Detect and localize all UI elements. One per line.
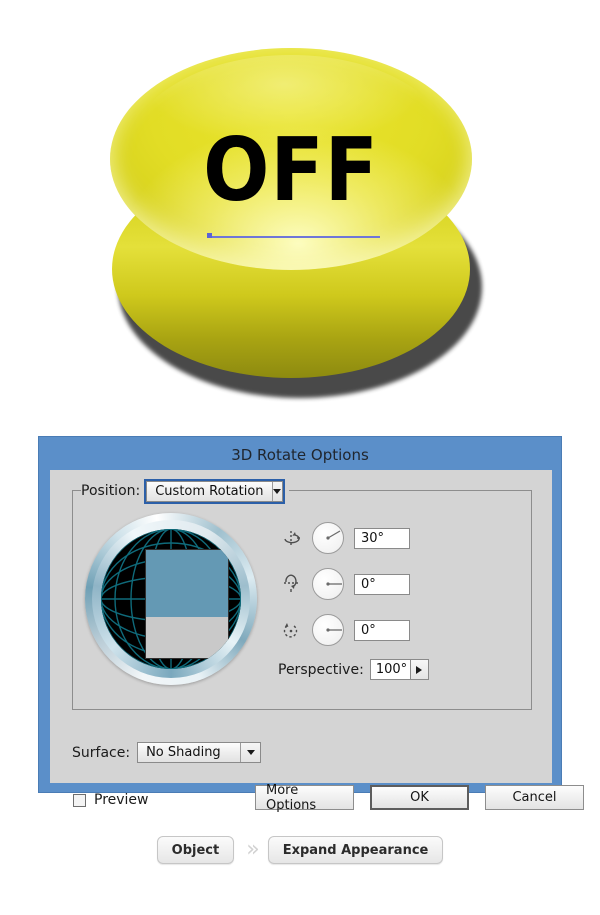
position-groupbox: Position: Custom Rotation 30° 0° 0° Pers… [72,478,532,710]
rotation-dial-y[interactable] [312,568,344,600]
button-text-off: OFF [203,120,379,222]
rotation-x-input[interactable]: 30° [354,527,410,549]
surface-label: Surface: [72,744,131,761]
rotate-y-icon [278,571,304,597]
preview-checkbox-row[interactable]: Preview [73,792,149,808]
more-options-button[interactable]: More Options [255,783,354,813]
position-dropdown-value: Custom Rotation [155,483,264,499]
rotation-z-input[interactable]: 0° [354,619,410,641]
rotation-row-y: 0° [278,568,410,600]
chevron-double-right-icon: » [246,837,260,862]
rotate-z-icon [278,617,304,643]
rotation-y-input[interactable]: 0° [354,573,410,595]
perspective-row: Perspective: 100° [278,659,429,680]
perspective-stepper-button[interactable] [410,659,429,680]
chevron-down-icon [240,743,261,762]
dialog-title: 3D Rotate Options [231,446,369,464]
preview-checkbox[interactable] [73,793,86,807]
ok-button[interactable]: OK [370,785,469,810]
rotation-row-x: 30° [278,522,410,554]
rotation-dial-z[interactable] [312,614,344,646]
rotation-row-z: 0° [278,614,410,646]
triangle-right-icon [416,665,423,674]
breadcrumb-item-object[interactable]: Object [156,836,235,864]
chevron-down-icon [271,481,283,501]
path-anchor-point [207,233,212,238]
3d-off-button-artwork[interactable]: OFF [110,48,490,398]
surface-row: Surface: No Shading [72,742,262,763]
dialog-body: Position: Custom Rotation 30° 0° 0° Pers… [50,470,584,813]
3d-rotate-options-dialog: 3D Rotate Options Position: Custom Rotat… [38,436,584,813]
preview-label: Preview [94,792,149,808]
breadcrumb: Object » Expand Appearance [0,836,600,864]
position-legend: Position: Custom Rotation [81,478,290,504]
position-label: Position: [81,483,141,499]
surface-dropdown-value: No Shading [146,745,221,760]
surface-dropdown[interactable]: No Shading [137,742,262,763]
artboard-canvas: OFF [0,0,600,420]
trackball-sphere[interactable] [101,529,241,669]
perspective-input[interactable]: 100° [369,659,411,680]
position-dropdown[interactable]: Custom Rotation [144,478,286,504]
rotation-trackball[interactable] [85,513,257,685]
type-on-path-line [210,236,380,238]
rotation-dial-x[interactable] [312,522,344,554]
cancel-button[interactable]: Cancel [485,785,584,810]
dialog-button-row: More Options OK Cancel [255,783,584,813]
rotate-x-icon [278,525,304,551]
breadcrumb-item-expand-appearance[interactable]: Expand Appearance [267,836,444,864]
perspective-label: Perspective: [278,661,364,678]
trackball-object-face [145,549,229,659]
